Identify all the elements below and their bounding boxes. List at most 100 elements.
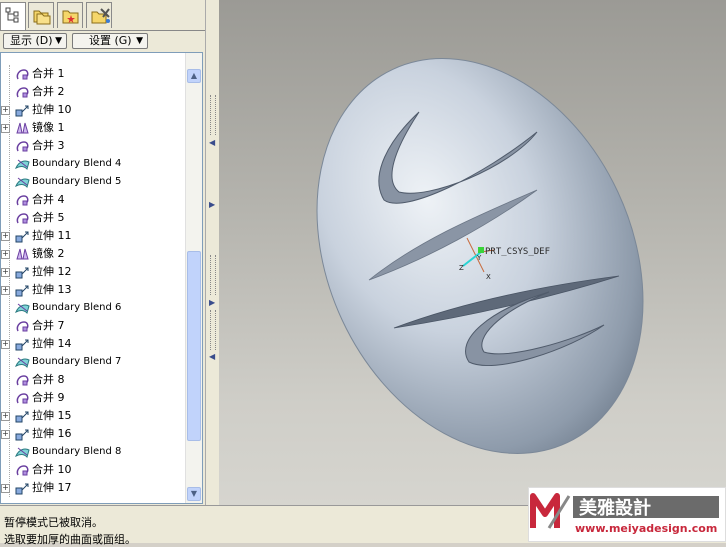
collapse-left-icon[interactable]: ◀ — [209, 138, 215, 147]
tree-item-label: 合并 2 — [32, 85, 65, 98]
tree-item-label: 合并 9 — [32, 391, 65, 404]
tree-item[interactable]: 合并 7 — [1, 317, 185, 335]
connections-tab[interactable] — [86, 2, 112, 28]
mirror-icon — [15, 121, 30, 135]
axis-x-label: X — [486, 273, 491, 281]
chevron-down-icon: ▼ — [136, 36, 143, 46]
axis-y-label: Y — [476, 254, 482, 262]
splitter-grip — [210, 310, 216, 350]
expand-icon[interactable]: + — [1, 340, 10, 349]
tree-item[interactable]: 合并 4 — [1, 191, 185, 209]
expand-icon[interactable]: + — [1, 268, 10, 277]
expand-right-icon[interactable]: ▶ — [209, 200, 215, 209]
watermark-logo: 美雅設計 www.meiyadesign.com — [528, 487, 726, 542]
tree-item[interactable]: + 拉伸 10 — [1, 101, 185, 119]
tree-item-label: 合并 7 — [32, 319, 65, 332]
tree-item-label: 拉伸 11 — [32, 229, 72, 242]
tree-item-label: 拉伸 17 — [32, 481, 72, 494]
tree-item-label: Boundary Blend 6 — [32, 302, 122, 313]
tree-item[interactable]: + 拉伸 11 — [1, 227, 185, 245]
boundary-blend-icon — [15, 301, 30, 315]
show-menu-button[interactable]: 显示 (D) ▼ — [3, 33, 67, 49]
expand-icon[interactable]: + — [1, 484, 10, 493]
scroll-down-button[interactable]: ▼ — [187, 487, 201, 501]
merge-icon — [15, 463, 30, 477]
tree-item-label: 镜像 1 — [32, 121, 65, 134]
show-menu-label: 显示 (D) — [10, 34, 53, 47]
scrollbar-thumb[interactable] — [187, 251, 201, 441]
boundary-blend-icon — [15, 175, 30, 189]
expand-icon[interactable]: + — [1, 250, 10, 259]
extrude-icon — [15, 229, 30, 243]
scroll-up-button[interactable]: ▲ — [187, 69, 201, 83]
tree-item[interactable]: 合并 5 — [1, 209, 185, 227]
tree-item[interactable]: + 拉伸 13 — [1, 281, 185, 299]
meiya-logo: 美雅設計 www.meiyadesign.com — [530, 493, 719, 535]
merge-icon — [15, 391, 30, 405]
tree-item[interactable]: 合并 10 — [1, 461, 185, 479]
expand-right-icon[interactable]: ▶ — [209, 298, 215, 307]
csys-label: PRT_CSYS_DEF — [485, 247, 550, 257]
merge-icon — [15, 373, 30, 387]
tree-item[interactable]: 合并 1 — [1, 65, 185, 83]
tree-item[interactable]: Boundary Blend 4 — [1, 155, 185, 173]
expand-icon[interactable]: + — [1, 430, 10, 439]
tree-item-label: 合并 4 — [32, 193, 65, 206]
folder-browser-tab[interactable] — [28, 2, 54, 28]
tree-item[interactable]: 合并 9 — [1, 389, 185, 407]
tree-item[interactable]: Boundary Blend 5 — [1, 173, 185, 191]
merge-icon — [15, 67, 30, 81]
tree-item[interactable]: Boundary Blend 7 — [1, 353, 185, 371]
tree-item[interactable]: 合并 3 — [1, 137, 185, 155]
graphics-viewport[interactable]: PRT_CSYS_DEF Z X Y — [219, 0, 726, 505]
expand-icon[interactable]: + — [1, 286, 10, 295]
tree-item-label: 拉伸 15 — [32, 409, 72, 422]
merge-icon — [15, 193, 30, 207]
expand-icon[interactable]: + — [1, 412, 10, 421]
splitter-grip — [210, 95, 216, 135]
extrude-icon — [15, 337, 30, 351]
tree-item[interactable]: + 镜像 1 — [1, 119, 185, 137]
tree-item[interactable]: Boundary Blend 6 — [1, 299, 185, 317]
model-canvas[interactable]: PRT_CSYS_DEF Z X Y — [219, 0, 726, 505]
tree-item-label: 拉伸 16 — [32, 427, 72, 440]
expand-icon[interactable]: + — [1, 232, 10, 241]
merge-icon — [15, 85, 30, 99]
tree-item-label: 合并 3 — [32, 139, 65, 152]
tree-item[interactable]: Boundary Blend 8 — [1, 443, 185, 461]
merge-icon — [15, 319, 30, 333]
boundary-blend-icon — [15, 355, 30, 369]
status-message: 暂停模式已被取消。 — [4, 516, 103, 529]
favorites-icon — [62, 10, 79, 24]
brand-name: 美雅設計 — [579, 497, 651, 519]
tree-item[interactable]: + 拉伸 17 — [1, 479, 185, 497]
panel-splitter[interactable]: ◀ ▶ ▶ ◀ — [205, 0, 220, 505]
model-tree-tab[interactable] — [0, 2, 26, 31]
tree-scrollbar[interactable]: ▲ ▼ — [185, 53, 202, 503]
settings-menu-label: 设置 (G) — [89, 34, 132, 47]
tree-item-label: 拉伸 14 — [32, 337, 72, 350]
folder-icon — [33, 10, 51, 25]
axis-z-label: Z — [459, 264, 464, 272]
model-tree-list: 合并 1 合并 2 + 拉伸 10 + 镜像 1 合并 3 Boundary Blend 4 B… — [1, 65, 185, 497]
collapse-left-icon[interactable]: ◀ — [209, 352, 215, 361]
model-tree: 合并 1 合并 2 + 拉伸 10 + 镜像 1 合并 3 Boundary Blend 4 B… — [0, 52, 203, 504]
favorites-tab[interactable] — [57, 2, 83, 28]
expand-icon[interactable]: + — [1, 106, 10, 115]
tree-item[interactable]: 合并 2 — [1, 83, 185, 101]
extrude-icon — [15, 481, 30, 495]
tree-item[interactable]: + 拉伸 14 — [1, 335, 185, 353]
tree-item-label: 镜像 2 — [32, 247, 65, 260]
tree-item-label: Boundary Blend 7 — [32, 356, 122, 367]
tree-item[interactable]: + 拉伸 12 — [1, 263, 185, 281]
merge-icon — [15, 211, 30, 225]
tree-item[interactable]: + 镜像 2 — [1, 245, 185, 263]
tree-item[interactable]: + 拉伸 16 — [1, 425, 185, 443]
tree-item[interactable]: + 拉伸 15 — [1, 407, 185, 425]
expand-icon[interactable]: + — [1, 124, 10, 133]
boundary-blend-icon — [15, 157, 30, 171]
merge-icon — [15, 139, 30, 153]
settings-menu-button[interactable]: 设置 (G) ▼ — [72, 33, 148, 49]
navigator-toolbar: 显示 (D) ▼ 设置 (G) ▼ — [0, 30, 205, 51]
tree-item[interactable]: 合并 8 — [1, 371, 185, 389]
